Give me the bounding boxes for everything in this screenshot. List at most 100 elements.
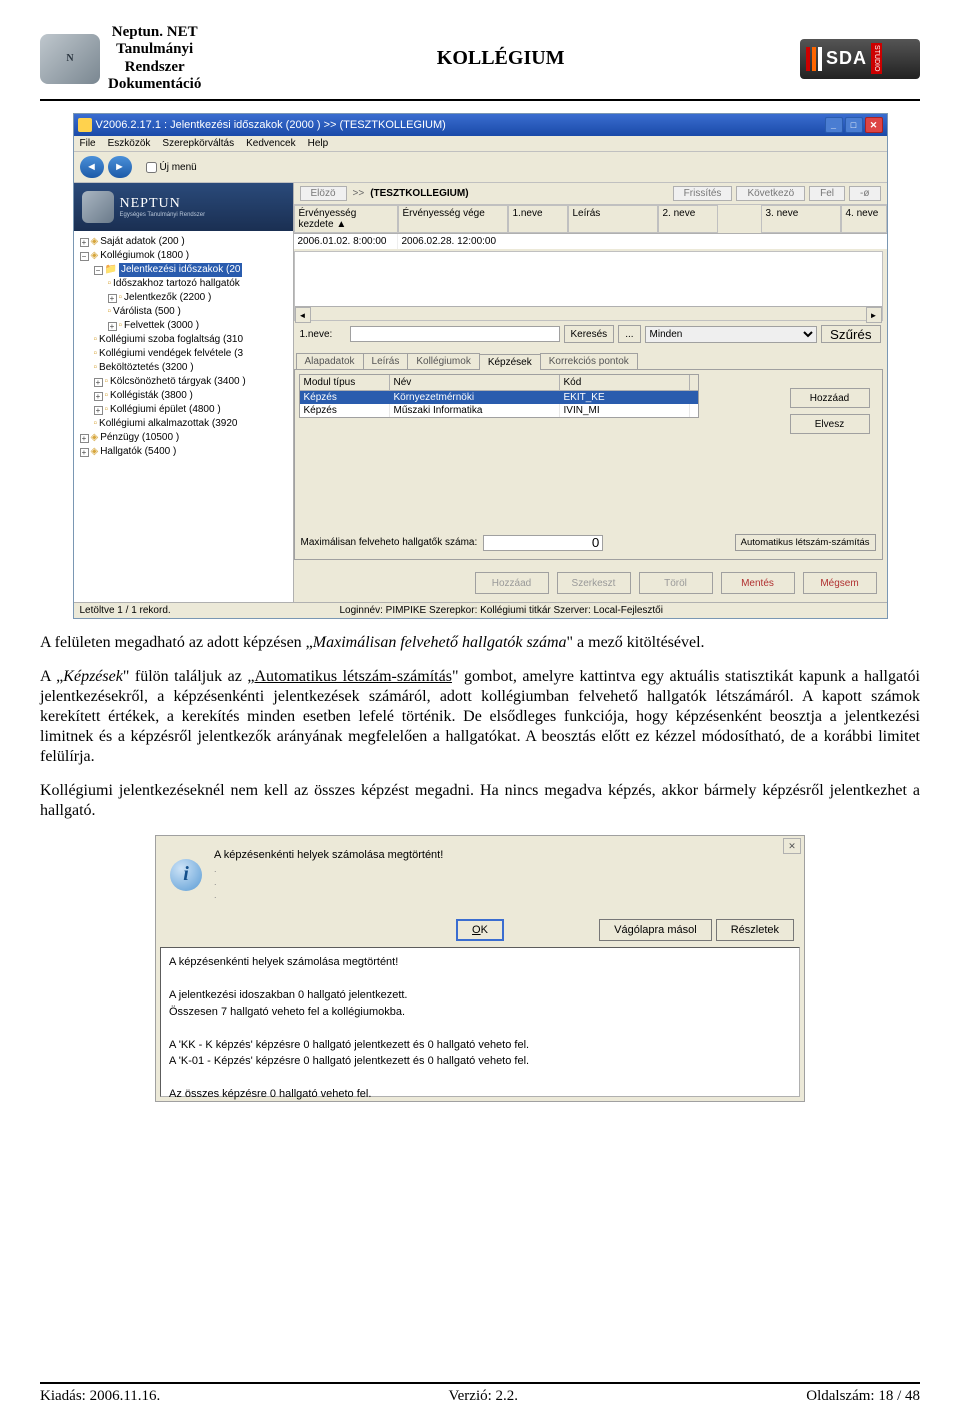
up-button[interactable]: Fel	[809, 186, 845, 201]
details-button[interactable]: Részletek	[716, 919, 794, 941]
col-header[interactable]: Érvényesség kezdete ▲	[294, 205, 398, 233]
ok-button[interactable]: OK	[456, 919, 504, 941]
sort-asc-icon: ▲	[336, 219, 346, 230]
megsem-button[interactable]: Mégsem	[803, 572, 877, 594]
search-button[interactable]: Keresés	[564, 325, 615, 343]
doc-footer: Kiadás: 2006.11.16. Verzió: 2.2. Oldalsz…	[40, 1382, 920, 1405]
copy-button[interactable]: Vágólapra másol	[599, 919, 712, 941]
statusbar: Letöltve 1 / 1 rekord. Loginnév: PIMPIKE…	[74, 602, 887, 618]
torol-button[interactable]: Töröl	[639, 572, 713, 594]
maximize-button[interactable]: □	[845, 117, 863, 133]
neptun-small-icon	[82, 191, 114, 223]
dialog-close-button[interactable]: ✕	[783, 838, 801, 854]
tree-item[interactable]: +▫ Felvettek (3000 )	[76, 319, 291, 333]
doc-title-line: Tanulmányi	[108, 41, 201, 58]
minimize-button[interactable]: _	[825, 117, 843, 133]
tree-item[interactable]: ▫ Várólista (500 )	[76, 305, 291, 319]
filter-select[interactable]: Minden	[645, 326, 817, 343]
tree-item[interactable]: ▫ Beköltöztetés (3200 )	[76, 361, 291, 375]
max-input[interactable]	[483, 535, 603, 551]
breadcrumb-row: Elözö >> (TESZTKOLLEGIUM) Frissítés Köve…	[294, 183, 887, 205]
col-header[interactable]: 1.neve	[508, 205, 568, 233]
col-header[interactable]: 2. neve	[658, 205, 718, 233]
page-icon: ▫	[119, 319, 123, 333]
page-icon: ▫	[119, 291, 123, 305]
doc-title-block: Neptun. NET Tanulmányi Rendszer Dokument…	[108, 24, 201, 93]
doc-title-line: Rendszer	[108, 59, 201, 76]
doc-header: N Neptun. NET Tanulmányi Rendszer Dokume…	[40, 24, 920, 101]
col-header[interactable]: 3. neve	[761, 205, 841, 233]
sub-panel: Alapadatok Leírás Kollégiumok Képzések K…	[294, 353, 883, 560]
auto-count-button[interactable]: Automatikus létszám-számítás	[735, 534, 876, 551]
tab-korrekcios[interactable]: Korrekciós pontok	[540, 353, 638, 369]
uj-menu-checkbox[interactable]: Új menü	[146, 162, 197, 173]
table-row[interactable]: Képzés Környezetmérnöki EKIT_KE	[300, 391, 698, 404]
next-button[interactable]: Következö	[736, 186, 805, 201]
mini-col-header[interactable]: Modul típus	[300, 375, 390, 390]
mini-col-header[interactable]: Kód	[560, 375, 690, 390]
tab-leiras[interactable]: Leírás	[363, 353, 409, 369]
cell: 2006.02.28. 12:00:00	[398, 234, 508, 249]
tree-item[interactable]: +▫ Kölcsönözhetö tárgyak (3400 )	[76, 375, 291, 389]
filter-button[interactable]: Szűrés	[821, 325, 880, 343]
page-icon: ▫	[108, 277, 112, 291]
tab-alapadatok[interactable]: Alapadatok	[296, 353, 364, 369]
tree-item[interactable]: ▫ Időszakhoz tartozó hallgatók	[76, 277, 291, 291]
page-icon: ▫	[94, 361, 98, 375]
folder-icon: 📁	[105, 263, 117, 277]
tree-item[interactable]: +▫ Jelentkezők (2200 )	[76, 291, 291, 305]
prev-button[interactable]: Elözö	[300, 186, 347, 201]
nav-forward-button[interactable]: ►	[108, 156, 132, 178]
doc-center-title: KOLLÉGIUM	[437, 47, 565, 70]
nav-back-button[interactable]: ◄	[80, 156, 104, 178]
col-header[interactable]: Érvényesség vége	[398, 205, 508, 233]
diamond-icon: ◈	[91, 235, 99, 249]
tree-item[interactable]: −◈ Kollégiumok (1800 )	[76, 249, 291, 263]
col-header[interactable]: 4. neve	[841, 205, 887, 233]
menu-file[interactable]: File	[80, 138, 96, 149]
tree-item[interactable]: +▫ Kollégiumi épület (4800 )	[76, 403, 291, 417]
menu-tools[interactable]: Eszközök	[108, 138, 151, 149]
tree-item[interactable]: ▫ Kollégiumi szoba foglaltság (310	[76, 333, 291, 347]
table-row[interactable]: Képzés Műszaki Informatika IVIN_MI	[300, 404, 698, 417]
menubar: File Eszközök Szerepkörváltás Kedvencek …	[74, 136, 887, 152]
tree-item[interactable]: +◈ Pénzügy (10500 )	[76, 431, 291, 445]
hozzaad-button[interactable]: Hozzáad	[475, 572, 549, 594]
menu-favorites[interactable]: Kedvencek	[246, 138, 295, 149]
status-login: Loginnév: PIMPIKE Szerepkor: Kollégiumi …	[340, 605, 881, 616]
mini-col-header[interactable]: Név	[390, 375, 560, 390]
menu-help[interactable]: Help	[308, 138, 329, 149]
diamond-icon: ◈	[91, 431, 99, 445]
tab-kollegiumok[interactable]: Kollégiumok	[407, 353, 479, 369]
page-icon: ▫	[94, 347, 98, 361]
bottom-buttons: Hozzáad Szerkeszt Töröl Mentés Mégsem	[294, 564, 887, 602]
breadcrumb-text: (TESZTKOLLEGIUM)	[370, 188, 468, 199]
kepzesek-table: Modul típus Név Kód Képzés Környezetmérn…	[299, 374, 699, 418]
pin-button[interactable]: -ø	[849, 186, 880, 201]
browse-button[interactable]: ...	[618, 325, 640, 343]
dialog-buttons: OK Vágólapra másol Részletek	[156, 913, 804, 947]
close-button[interactable]: ✕	[865, 117, 883, 133]
col-header[interactable]: Leírás	[568, 205, 658, 233]
diamond-icon: ◈	[91, 249, 99, 263]
menu-roles[interactable]: Szerepkörváltás	[162, 138, 234, 149]
tree-view: +◈ Saját adatok (200 ) −◈ Kollégiumok (1…	[74, 231, 293, 571]
dialog-details-text: A képzésenkénti helyek számolása megtört…	[160, 947, 800, 1097]
remove-button[interactable]: Elvesz	[790, 414, 870, 434]
breadcrumb-arrow-icon: >>	[353, 188, 365, 199]
filter-input[interactable]	[350, 326, 560, 342]
grid-area	[294, 251, 883, 321]
szerkeszt-button[interactable]: Szerkeszt	[557, 572, 631, 594]
tree-item[interactable]: +◈ Hallgatók (5400 )	[76, 445, 291, 459]
tree-item-selected[interactable]: −📁 Jelentkezési időszakok (20	[76, 263, 291, 277]
tab-kepzesek[interactable]: Képzések	[479, 354, 541, 370]
mentes-button[interactable]: Mentés	[721, 572, 795, 594]
tree-item[interactable]: ▫ Kollégiumi vendégek felvétele (3	[76, 347, 291, 361]
doc-title-line: Dokumentáció	[108, 76, 201, 93]
horizontal-scrollbar[interactable]	[295, 306, 882, 320]
tree-item[interactable]: ▫ Kollégiumi alkalmazottak (3920	[76, 417, 291, 431]
tree-item[interactable]: +◈ Saját adatok (200 )	[76, 235, 291, 249]
add-button[interactable]: Hozzáad	[790, 388, 870, 408]
tree-item[interactable]: +▫ Kollégisták (3800 )	[76, 389, 291, 403]
refresh-button[interactable]: Frissítés	[673, 186, 733, 201]
